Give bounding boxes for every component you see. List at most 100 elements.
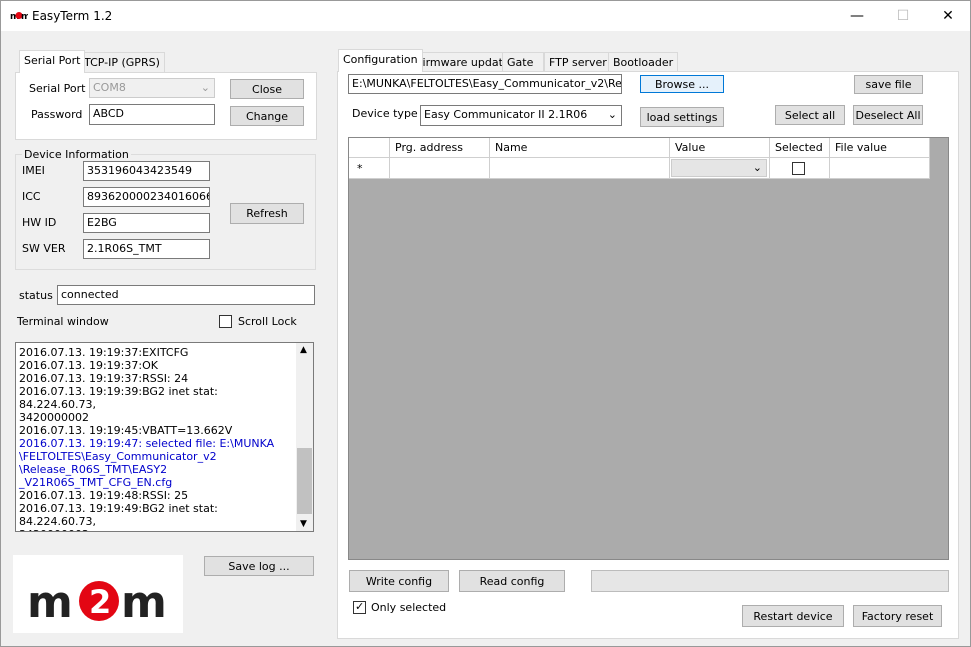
svg-text:m: m [21, 12, 28, 21]
column-header-name[interactable]: Name [490, 138, 670, 158]
terminal-line: 2016.07.13. 19:19:49:BG2 inet stat: 84.2… [19, 502, 222, 528]
close-icon: ✕ [942, 8, 954, 24]
column-header-file-value[interactable]: File value [830, 138, 930, 158]
device-type-select[interactable]: Easy Communicator II 2.1R06 ⌄ [420, 105, 622, 126]
factory-reset-button[interactable]: Factory reset [853, 605, 942, 627]
minimize-button[interactable]: — [834, 1, 880, 31]
terminal-line: \Release_R06S_TMT\EASY2 [19, 463, 168, 476]
terminal-line: \FELTOLTES\Easy_Communicator_v2 [19, 450, 217, 463]
device-type-label: Device type [352, 107, 418, 120]
maximize-button[interactable]: ☐ [880, 1, 926, 31]
serial-port-select[interactable]: COM8 ⌄ [89, 78, 215, 98]
scroll-up-icon: ▲ [300, 345, 307, 355]
tab-label: Gate [507, 56, 534, 69]
tab-label: FTP server [549, 56, 607, 69]
tab-gate[interactable]: Gate [502, 52, 544, 72]
terminal-window[interactable]: 2016.07.13. 19:19:37:EXITCFG 2016.07.13. … [15, 342, 314, 532]
checkmark-icon: ✓ [355, 600, 365, 613]
terminal-line: 2016.07.13. 19:19:37:OK [19, 359, 158, 372]
tab-ftp-server[interactable]: FTP server [544, 52, 612, 72]
tab-label: Configuration [343, 53, 418, 66]
scroll-lock-label: Scroll Lock [238, 315, 297, 328]
browse-button[interactable]: Browse ... [640, 75, 724, 93]
load-settings-button[interactable]: load settings [640, 107, 724, 127]
cell-file-value[interactable] [830, 158, 930, 179]
tab-configuration[interactable]: Configuration [338, 49, 423, 72]
maximize-icon: ☐ [896, 8, 910, 24]
imei-field[interactable]: 353196043423549 [83, 161, 210, 181]
swver-label: SW VER [22, 242, 66, 255]
logo-2: 2 [89, 583, 111, 621]
tab-label: Serial Port [24, 54, 81, 67]
chevron-down-icon: ⌄ [607, 108, 617, 121]
device-info-title: Device Information [22, 148, 131, 161]
terminal-line: 2016.07.13. 19:19:48:RSSI: 25 [19, 489, 189, 502]
write-config-button[interactable]: Write config [349, 570, 449, 592]
only-selected-checkbox[interactable]: ✓ [353, 600, 366, 614]
hwid-field[interactable]: E2BG [83, 213, 210, 233]
hwid-label: HW ID [22, 216, 57, 229]
terminal-line: 3420000002 [19, 528, 297, 531]
app-logo-icon: m m [10, 12, 28, 21]
grid-row-header-corner [349, 138, 390, 158]
status-field[interactable]: connected [57, 285, 315, 305]
terminal-line: 2016.07.13. 19:19:47: selected file: E:\… [19, 437, 275, 450]
icc-label: ICC [22, 190, 41, 203]
icc-field[interactable]: 8936200002340160663 [83, 187, 210, 207]
logo-m-right: m [121, 577, 167, 628]
file-path-field[interactable]: E:\MUNKA\FELTOLTES\Easy_Communicator_v2\… [348, 74, 622, 94]
terminal-line: 2016.07.13. 19:19:39:BG2 inet stat: 84.2… [19, 385, 222, 411]
save-file-button[interactable]: save file [854, 75, 923, 94]
only-selected-label: Only selected [371, 601, 447, 614]
device-type-value: Easy Communicator II 2.1R06 [424, 108, 588, 121]
terminal-line: 2016.07.13. 19:19:37:EXITCFG [19, 346, 189, 359]
row-selected-checkbox[interactable] [792, 162, 805, 175]
read-config-button[interactable]: Read config [459, 570, 565, 592]
cell-selected[interactable] [770, 158, 830, 179]
swver-field[interactable]: 2.1R06S_TMT [83, 239, 210, 259]
column-header-value[interactable]: Value [670, 138, 770, 158]
terminal-line: 3420000002 [19, 411, 89, 424]
select-all-button[interactable]: Select all [775, 105, 845, 125]
terminal-line: 2016.07.13. 19:19:37:RSSI: 24 [19, 372, 189, 385]
scroll-lock-checkbox[interactable] [219, 315, 232, 328]
close-port-button[interactable]: Close [230, 79, 304, 99]
refresh-button[interactable]: Refresh [230, 203, 304, 224]
status-label: status [19, 289, 53, 302]
tab-tcp-ip[interactable]: TCP-IP (GPRS) [79, 52, 165, 72]
column-header-prg-address[interactable]: Prg. address [390, 138, 490, 158]
cell-prg-address[interactable] [390, 158, 490, 179]
tab-label: Firmware update [417, 56, 510, 69]
terminal-label: Terminal window [17, 315, 109, 328]
serial-port-label: Serial Port [29, 82, 86, 95]
config-grid[interactable]: Prg. address Name Value Selected File va… [348, 137, 949, 560]
save-log-button[interactable]: Save log ... [204, 556, 314, 576]
cell-name[interactable] [490, 158, 670, 179]
terminal-scrollbar[interactable]: ▲ ▼ [296, 343, 313, 531]
scrollbar-thumb[interactable] [297, 448, 312, 514]
restart-device-button[interactable]: Restart device [742, 605, 844, 627]
tab-bootloader[interactable]: Bootloader [608, 52, 679, 72]
terminal-line: 2016.07.13. 19:19:45:VBATT=13.662V [19, 424, 233, 437]
change-password-button[interactable]: Change [230, 106, 304, 126]
imei-label: IMEI [22, 164, 45, 177]
deselect-all-button[interactable]: Deselect All [853, 105, 923, 125]
chevron-down-icon: ⌄ [200, 81, 210, 94]
terminal-text: 2016.07.13. 19:19:37:EXITCFG 2016.07.13. … [19, 346, 297, 531]
tab-label: Bootloader [613, 56, 674, 69]
scroll-down-icon: ▼ [300, 519, 307, 529]
password-label: Password [31, 108, 83, 121]
column-header-selected[interactable]: Selected [770, 138, 830, 158]
value-combo[interactable]: ⌄ [671, 159, 767, 177]
terminal-line: _V21R06S_TMT_CFG_EN.cfg [19, 476, 173, 489]
title-bar: m m EasyTerm 1.2 — ☐ ✕ [0, 0, 971, 31]
chevron-down-icon: ⌄ [752, 161, 762, 174]
password-input[interactable]: ABCD [89, 104, 215, 125]
tab-firmware-update[interactable]: Firmware update [412, 52, 515, 72]
tab-serial-port[interactable]: Serial Port [19, 50, 86, 73]
close-window-button[interactable]: ✕ [925, 1, 971, 31]
minimize-icon: — [850, 8, 864, 24]
cell-value[interactable]: ⌄ [670, 158, 770, 179]
new-row-marker: * [349, 158, 390, 179]
m2m-logo-icon: m 2 m [27, 577, 167, 628]
